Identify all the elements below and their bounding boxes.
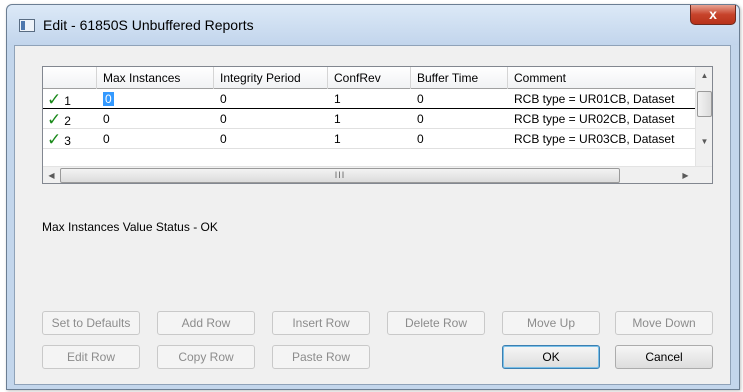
cell-confrev[interactable]: 1 xyxy=(328,130,411,149)
scroll-up-arrow-icon[interactable]: ▲ xyxy=(696,67,713,84)
cell-integrity-period[interactable]: 0 xyxy=(214,130,328,149)
row-number: 1 xyxy=(64,94,71,108)
column-header-integrity-period[interactable]: Integrity Period xyxy=(214,67,328,89)
cell-buffer-time[interactable]: 0 xyxy=(411,90,508,109)
copy-row-button[interactable]: Copy Row xyxy=(157,345,255,369)
cell-value: 0 xyxy=(103,92,114,106)
horizontal-scrollbar[interactable]: ◀ III ▶ xyxy=(43,166,712,183)
cell-max-instances[interactable]: 0 xyxy=(97,110,214,129)
checkmark-icon: ✓ xyxy=(47,90,62,109)
paste-row-button[interactable]: Paste Row xyxy=(272,345,370,369)
row-header[interactable]: ✓ 2 xyxy=(43,110,97,129)
cancel-button[interactable]: Cancel xyxy=(615,345,713,369)
cell-comment[interactable]: RCB type = UR03CB, Dataset xyxy=(508,130,696,149)
window-icon xyxy=(19,19,35,32)
grid-header: Max Instances Integrity Period ConfRev B… xyxy=(43,67,696,89)
status-text: Max Instances Value Status - OK xyxy=(42,220,218,234)
column-header-confrev[interactable]: ConfRev xyxy=(328,67,411,89)
vertical-scroll-thumb[interactable] xyxy=(697,91,712,117)
dialog-body: Max Instances Integrity Period ConfRev B… xyxy=(14,45,731,385)
row-header-corner xyxy=(43,67,97,89)
row-number: 3 xyxy=(64,134,71,148)
cell-max-instances[interactable]: 0 xyxy=(97,130,214,149)
checkmark-icon: ✓ xyxy=(47,110,62,129)
cell-integrity-period[interactable]: 0 xyxy=(214,110,328,129)
cell-comment[interactable]: RCB type = UR01CB, Dataset xyxy=(508,90,696,109)
cell-confrev[interactable]: 1 xyxy=(328,90,411,109)
column-header-buffer-time[interactable]: Buffer Time xyxy=(411,67,508,89)
column-header-comment[interactable]: Comment xyxy=(508,67,696,89)
scroll-right-arrow-icon[interactable]: ▶ xyxy=(677,167,694,184)
table-row[interactable]: ✓ 1 0 0 1 0 RCB type = UR01CB, Dataset xyxy=(43,90,696,109)
vertical-scrollbar[interactable]: ▲ ▼ xyxy=(695,67,712,167)
edit-dialog: Edit - 61850S Unbuffered Reports x Max I… xyxy=(6,4,740,390)
close-button[interactable]: x xyxy=(690,5,736,25)
cell-comment[interactable]: RCB type = UR02CB, Dataset xyxy=(508,110,696,129)
row-header[interactable]: ✓ 1 xyxy=(43,90,97,109)
window-title: Edit - 61850S Unbuffered Reports xyxy=(43,17,254,33)
set-to-defaults-button[interactable]: Set to Defaults xyxy=(42,311,140,335)
table-row[interactable]: ✓ 2 0 0 1 0 RCB type = UR02CB, Dataset xyxy=(43,110,696,129)
insert-row-button[interactable]: Insert Row xyxy=(272,311,370,335)
column-header-max-instances[interactable]: Max Instances xyxy=(97,67,214,89)
edit-row-button[interactable]: Edit Row xyxy=(42,345,140,369)
delete-row-button[interactable]: Delete Row xyxy=(387,311,485,335)
row-header[interactable]: ✓ 3 xyxy=(43,130,97,149)
move-down-button[interactable]: Move Down xyxy=(615,311,713,335)
title-bar: Edit - 61850S Unbuffered Reports x xyxy=(7,5,739,45)
cell-buffer-time[interactable]: 0 xyxy=(411,130,508,149)
cell-max-instances[interactable]: 0 xyxy=(97,90,214,109)
scroll-left-arrow-icon[interactable]: ◀ xyxy=(43,167,60,184)
move-up-button[interactable]: Move Up xyxy=(502,311,600,335)
table-row[interactable]: ✓ 3 0 0 1 0 RCB type = UR03CB, Dataset xyxy=(43,130,696,149)
add-row-button[interactable]: Add Row xyxy=(157,311,255,335)
horizontal-scroll-thumb[interactable]: III xyxy=(60,168,620,183)
cell-buffer-time[interactable]: 0 xyxy=(411,110,508,129)
scroll-down-arrow-icon[interactable]: ▼ xyxy=(696,133,713,150)
reports-grid[interactable]: Max Instances Integrity Period ConfRev B… xyxy=(42,66,713,184)
ok-button[interactable]: OK xyxy=(502,345,600,369)
cell-integrity-period[interactable]: 0 xyxy=(214,90,328,109)
row-number: 2 xyxy=(64,114,71,128)
checkmark-icon: ✓ xyxy=(47,130,62,149)
cell-confrev[interactable]: 1 xyxy=(328,110,411,129)
